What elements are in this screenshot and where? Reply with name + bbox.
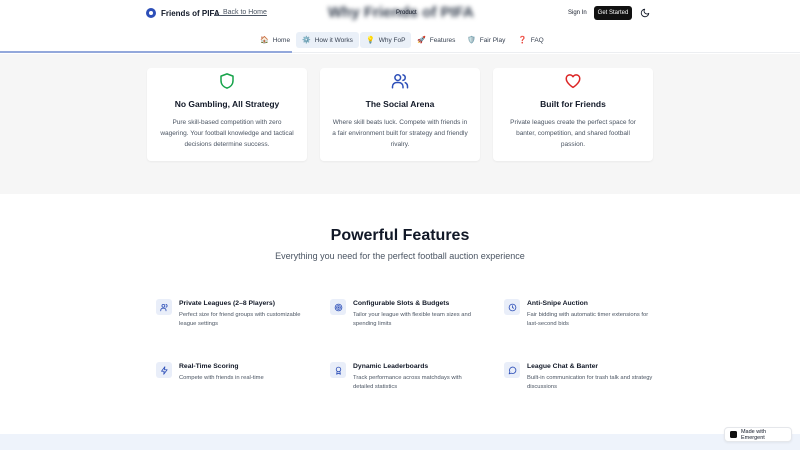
card-description: Pure skill-based competition with zero w…: [160, 119, 294, 148]
users-icon: [391, 74, 409, 89]
tab-faq[interactable]: ❓ FAQ: [512, 32, 550, 48]
card-no-gambling: No Gambling, All Strategy Pure skill-bas…: [147, 68, 307, 161]
tab-fair-play[interactable]: 🛡️ Fair Play: [461, 32, 511, 48]
target-icon: [330, 299, 346, 315]
feature-title: League Chat & Banter: [527, 363, 599, 370]
feature-description: Track performance across matchdays with …: [353, 375, 462, 390]
feature-title: Configurable Slots & Budgets: [353, 300, 450, 307]
feature-description: Fair bidding with automatic timer extens…: [527, 312, 649, 327]
heart-icon: [565, 74, 581, 89]
question-icon: ❓: [518, 36, 527, 44]
product-menu[interactable]: Product: [396, 10, 417, 16]
card-description: Where skill beats luck. Compete with fri…: [332, 119, 468, 148]
back-to-home-link[interactable]: ← Back to Home: [214, 9, 267, 16]
card-title: The Social Arena: [365, 99, 435, 109]
section-nav: 🏠 Home ⚙️ How it Works 💡 Why FoP 🚀 Featu…: [0, 28, 800, 53]
gear-icon: ⚙️: [302, 36, 311, 44]
feature-description: Built-in communication for trash talk an…: [527, 375, 653, 390]
top-header: Friends of PIFA ← Back to Home Why Frien…: [0, 0, 800, 28]
lightbulb-icon: 💡: [366, 36, 375, 44]
tab-label: Why FoP: [378, 36, 406, 44]
users-icon: [156, 299, 172, 315]
award-icon: [330, 362, 346, 378]
card-title: Built for Friends: [540, 99, 606, 109]
card-title: No Gambling, All Strategy: [174, 99, 280, 109]
home-icon: 🏠: [260, 36, 269, 44]
moon-icon[interactable]: [640, 8, 650, 18]
get-started-button[interactable]: Get Started: [594, 6, 632, 20]
tab-home[interactable]: 🏠 Home: [254, 32, 296, 48]
tab-label: Home: [272, 36, 291, 44]
feature-title: Real-Time Scoring: [179, 363, 239, 370]
nav-progress-indicator: [0, 51, 292, 53]
made-with-emergent-badge[interactable]: Made with Emergent: [724, 427, 792, 442]
lightning-icon: [156, 362, 172, 378]
badge-label: Made with Emergent: [740, 428, 767, 441]
features-heading: Powerful Features: [330, 227, 470, 244]
next-section-band: [0, 434, 800, 450]
shield-icon: [220, 73, 234, 89]
card-built-for-friends: Built for Friends Private leagues create…: [493, 68, 653, 161]
sign-in-button[interactable]: Sign In: [568, 10, 587, 16]
brand-logo-icon: [146, 8, 156, 18]
brand-name: Friends of PIFA: [161, 8, 220, 18]
rocket-icon: 🚀: [417, 36, 426, 44]
tab-features[interactable]: 🚀 Features: [411, 32, 461, 48]
tab-how-it-works[interactable]: ⚙️ How it Works: [296, 32, 359, 48]
tab-label: Fair Play: [479, 36, 506, 44]
feature-title: Dynamic Leaderboards: [353, 363, 429, 370]
emergent-logo-icon: [730, 431, 737, 438]
card-social-arena: The Social Arena Where skill beats luck.…: [320, 68, 480, 161]
why-fop-section: No Gambling, All Strategy Pure skill-bas…: [0, 54, 800, 194]
chat-icon: [504, 362, 520, 378]
tab-label: Features: [429, 36, 456, 44]
tab-label: FAQ: [530, 36, 544, 44]
tab-label: How it Works: [314, 36, 353, 44]
feature-description: Compete with friends in real-time: [179, 375, 264, 381]
features-subheading: Everything you need for the perfect foot…: [275, 251, 525, 261]
feature-description: Tailor your league with flexible team si…: [353, 312, 471, 327]
feature-description: Perfect size for friend groups with cust…: [179, 312, 301, 327]
feature-title: Anti-Snipe Auction: [527, 300, 588, 307]
card-description: Private leagues create the perfect space…: [510, 119, 636, 148]
shield-icon: 🛡️: [467, 36, 476, 44]
brand[interactable]: Friends of PIFA: [146, 8, 220, 18]
tab-why-fop[interactable]: 💡 Why FoP: [360, 32, 412, 48]
clock-icon: [504, 299, 520, 315]
feature-title: Private Leagues (2–8 Players): [179, 300, 275, 307]
